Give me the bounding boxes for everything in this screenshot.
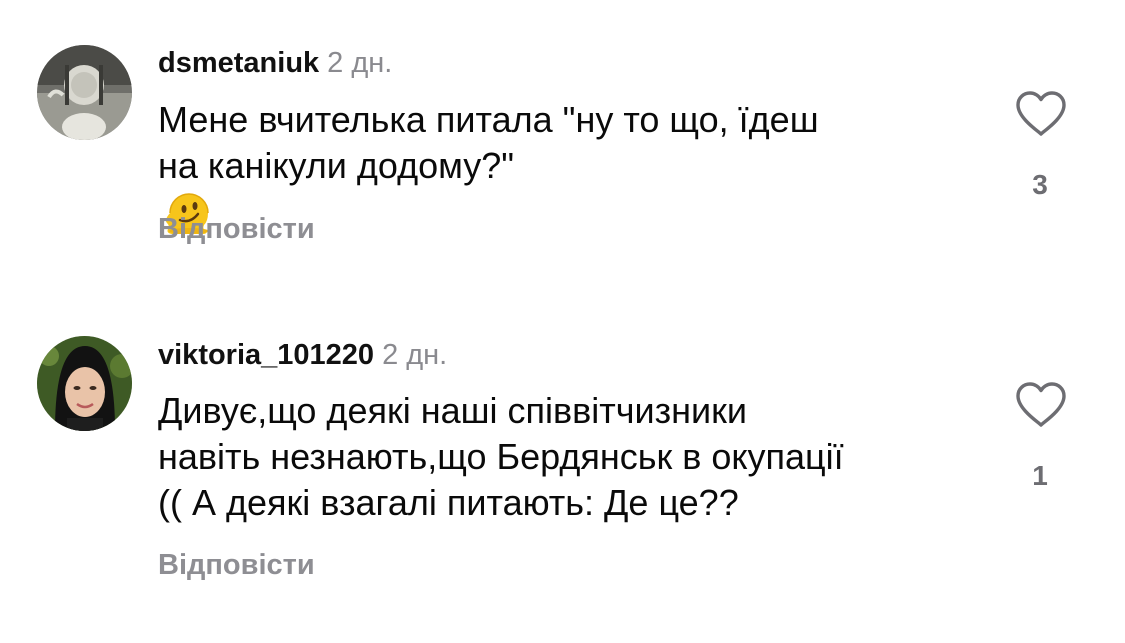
comment-text: Дивує,що деякі наші співвітчизники навіт… — [158, 388, 988, 526]
comment-meta: viktoria_101220 2 дн. — [158, 337, 447, 373]
avatar[interactable] — [37, 336, 132, 431]
username[interactable]: viktoria_101220 — [158, 339, 374, 371]
comment-line: навіть незнають,що Бердянськ в окупації — [158, 436, 844, 477]
heart-icon — [1016, 382, 1066, 427]
comment: dsmetaniuk 2 дн. Мене вчителька питала "н… — [0, 0, 1125, 300]
comment-line: Мене вчителька питала "ну то що, їдеш — [158, 99, 819, 140]
comment: viktoria_101220 2 дн. Дивує,що деякі наші… — [0, 300, 1125, 643]
avatar[interactable] — [37, 45, 132, 140]
timestamp: 2 дн. — [382, 339, 448, 371]
timestamp: 2 дн. — [327, 47, 393, 79]
comment-line: Дивує,що деякі наші співвітчизники — [158, 390, 747, 431]
username[interactable]: dsmetaniuk — [158, 47, 319, 79]
like-button[interactable] — [1014, 381, 1068, 429]
comment-meta: dsmetaniuk 2 дн. — [158, 45, 392, 81]
like-count: 3 — [1032, 169, 1048, 200]
reply-button[interactable]: Відповісти — [158, 548, 315, 582]
comment-line: (( А деякі взагалі питають: Де це?? — [158, 482, 739, 523]
comment-line: на канікули додому?" — [158, 145, 515, 186]
like-count: 1 — [1032, 460, 1048, 491]
like-button[interactable] — [1014, 90, 1068, 138]
heart-icon — [1016, 91, 1066, 136]
reply-button[interactable]: Відповісти — [158, 212, 315, 246]
